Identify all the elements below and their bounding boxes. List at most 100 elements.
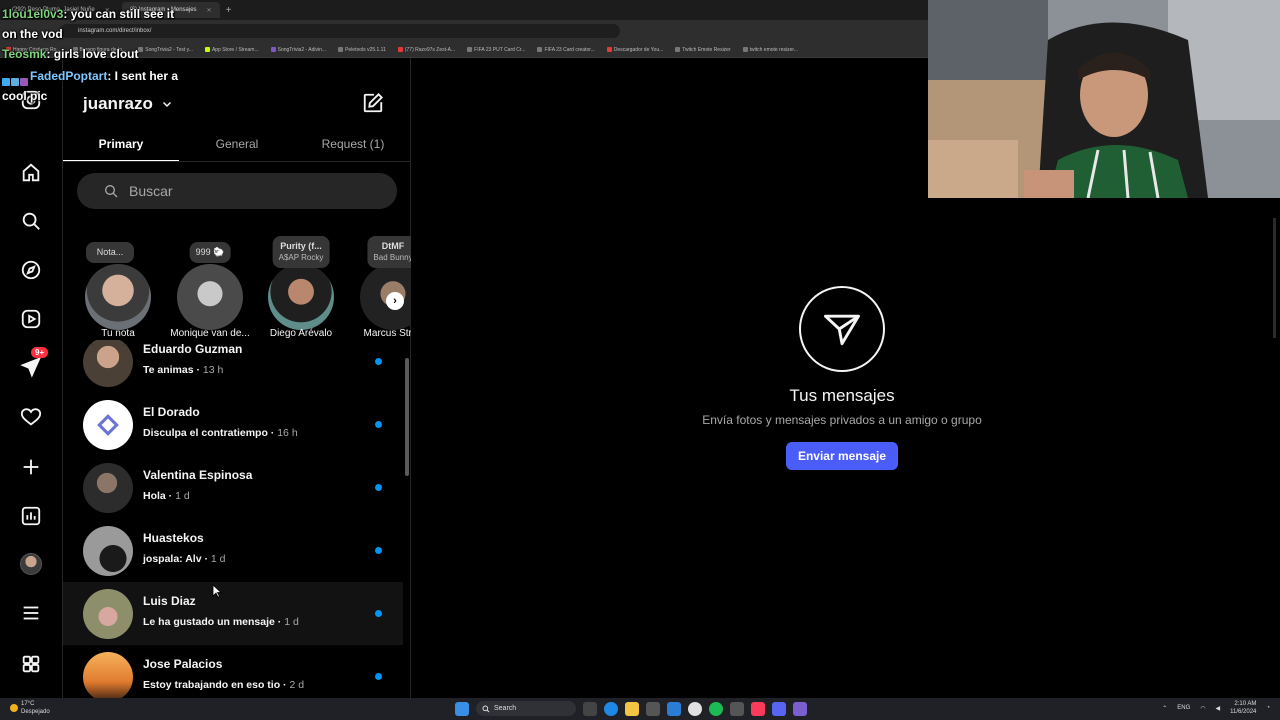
- bookmark-item[interactable]: Twitch Emote Resizer: [675, 47, 731, 53]
- page-scrollbar[interactable]: [1273, 218, 1276, 338]
- thread-row[interactable]: El Dorado Disculpa el contratiempo · 16 …: [63, 393, 403, 456]
- home-icon[interactable]: [19, 161, 43, 185]
- bookmark-item[interactable]: twitch emote resizer...: [742, 47, 798, 53]
- discord-icon[interactable]: [772, 701, 786, 716]
- language-indicator[interactable]: ENG: [1177, 705, 1190, 711]
- note-bubble: 999 🐑: [189, 242, 231, 263]
- search-icon: [105, 185, 118, 198]
- tab-primary[interactable]: Primary: [63, 128, 179, 161]
- thread-preview: Te animas · 13 h: [143, 364, 224, 376]
- file-explorer-icon[interactable]: [625, 701, 639, 716]
- bookmark-icon: [537, 47, 543, 52]
- note-name: Marcus Strac: [363, 328, 411, 339]
- weather-icon: [10, 704, 18, 712]
- chat-line: on the vod: [2, 27, 63, 41]
- create-icon[interactable]: [19, 455, 43, 479]
- mail-icon[interactable]: [667, 701, 681, 716]
- avatar: [83, 340, 133, 387]
- avatar: [83, 651, 133, 698]
- bookmark-icon: [467, 47, 473, 52]
- thread-name: Luis Diaz: [143, 594, 196, 608]
- send-message-button[interactable]: Enviar mensaje: [786, 442, 898, 470]
- taskbar-apps: Search: [455, 701, 807, 716]
- instagram-sidebar: 9+: [0, 58, 63, 698]
- windows-taskbar: 17°C Despejado Search ⌃ ENG ◠ ◀ 2:10 AM 1…: [0, 698, 1280, 720]
- chat-badges-icon: [2, 72, 30, 86]
- mouse-cursor-icon: [212, 584, 222, 598]
- music-icon[interactable]: [751, 701, 765, 716]
- inbox-tabs: Primary General Request (1): [63, 128, 411, 162]
- chat-line: cool pic: [2, 89, 48, 103]
- teams-icon[interactable]: [793, 701, 807, 716]
- note-bubble: Nota...: [86, 242, 134, 263]
- note-name: Diego Arévalo: [269, 328, 333, 339]
- bookmark-icon: [606, 47, 612, 52]
- thread-list-scrollbar[interactable]: [405, 350, 410, 695]
- store-icon[interactable]: [646, 701, 660, 716]
- explore-icon[interactable]: [19, 258, 43, 282]
- thread-name: Jose Palacios: [143, 657, 223, 671]
- thread-row[interactable]: Huastekos jospala: Alv · 1 d: [63, 519, 403, 582]
- search-input[interactable]: Buscar: [77, 173, 397, 209]
- thread-row[interactable]: Valentina Espinosa Hola · 1 d: [63, 456, 403, 519]
- thread-preview: jospala: Alv · 1 d: [143, 553, 226, 565]
- volume-icon[interactable]: ◀: [1216, 705, 1221, 712]
- heart-icon[interactable]: [19, 405, 43, 429]
- webcam-overlay: [928, 0, 1280, 198]
- bookmark-item[interactable]: Descargador de You...: [606, 47, 663, 53]
- note-bubble: DtMF Bad Bunny: [367, 236, 411, 268]
- system-tray: ⌃ ENG ◠ ◀ 2:10 AM 11/6/2024 ◔: [1162, 700, 1270, 716]
- thread-name: El Dorado: [143, 405, 200, 419]
- bookmark-item[interactable]: FIFA 23 Card creator...: [537, 47, 595, 53]
- tab-general[interactable]: General: [179, 128, 295, 161]
- note-bubble: Purity (f... A$AP Rocky: [272, 236, 330, 268]
- menu-icon[interactable]: [19, 601, 43, 625]
- bookmark-item[interactable]: Peletools v25.1.11: [338, 47, 386, 53]
- dashboard-icon[interactable]: [19, 504, 43, 528]
- avatar: [177, 264, 243, 330]
- search-icon[interactable]: [19, 209, 43, 233]
- note-name: Monique van de...: [170, 328, 250, 339]
- thread-name: Huastekos: [143, 531, 204, 545]
- chevron-right-icon[interactable]: ›: [386, 292, 404, 310]
- notification-bell-icon[interactable]: ◔: [1266, 705, 1270, 711]
- search-icon: [482, 705, 490, 712]
- chrome-icon[interactable]: [688, 701, 702, 716]
- thread-row[interactable]: Eduardo Guzman Te animas · 13 h: [63, 340, 403, 393]
- clock[interactable]: 2:10 AM 11/6/2024: [1230, 700, 1256, 716]
- bookmark-item[interactable]: SongTrivia2 - Adivin...: [270, 47, 326, 53]
- tab-requests[interactable]: Request (1): [295, 128, 411, 161]
- weather-widget[interactable]: 17°C Despejado: [10, 700, 50, 716]
- chevron-up-icon[interactable]: ⌃: [1162, 705, 1167, 712]
- taskbar-search[interactable]: Search: [476, 701, 576, 716]
- profile-avatar[interactable]: [19, 552, 43, 576]
- chat-line: FadedPoptart: I sent her a: [2, 66, 262, 86]
- search-placeholder: Buscar: [129, 183, 173, 199]
- windows-start-icon[interactable]: [455, 701, 469, 716]
- thread-row[interactable]: Jose Palacios Estoy trabajando en eso ti…: [63, 645, 403, 698]
- task-view-icon[interactable]: [583, 701, 597, 716]
- edge-icon[interactable]: [604, 701, 618, 716]
- apps-icon[interactable]: [19, 652, 43, 676]
- compose-icon[interactable]: [362, 92, 384, 114]
- bookmark-icon: [270, 47, 276, 52]
- unread-dot: [375, 358, 382, 365]
- bookmark-item[interactable]: FIFA 23 PUT Card Cr...: [467, 47, 525, 53]
- settings-icon[interactable]: [730, 701, 744, 716]
- inbox-panel: juanrazo Primary General Request (1) Bus…: [63, 58, 411, 698]
- bookmark-icon: [397, 47, 403, 52]
- messages-icon[interactable]: 9+: [19, 347, 49, 379]
- avatar: [20, 553, 42, 575]
- note-name: Tu nota: [101, 328, 135, 339]
- empty-state-title: Tus mensajes: [789, 386, 895, 405]
- wifi-icon[interactable]: ◠: [1200, 705, 1205, 712]
- thread-row[interactable]: Luis Diaz Le ha gustado un mensaje · 1 d: [63, 582, 403, 645]
- avatar: [83, 399, 133, 450]
- webcam-image: [928, 0, 1280, 198]
- bookmark-item[interactable]: (77) Razo97s Zest-A...: [397, 47, 455, 53]
- chat-line: 1lou1el0v3: you can still see it: [2, 7, 175, 21]
- spotify-icon[interactable]: [709, 701, 723, 716]
- reels-icon[interactable]: [19, 307, 43, 331]
- unread-dot: [375, 484, 382, 491]
- scrollbar-thumb[interactable]: [405, 358, 409, 476]
